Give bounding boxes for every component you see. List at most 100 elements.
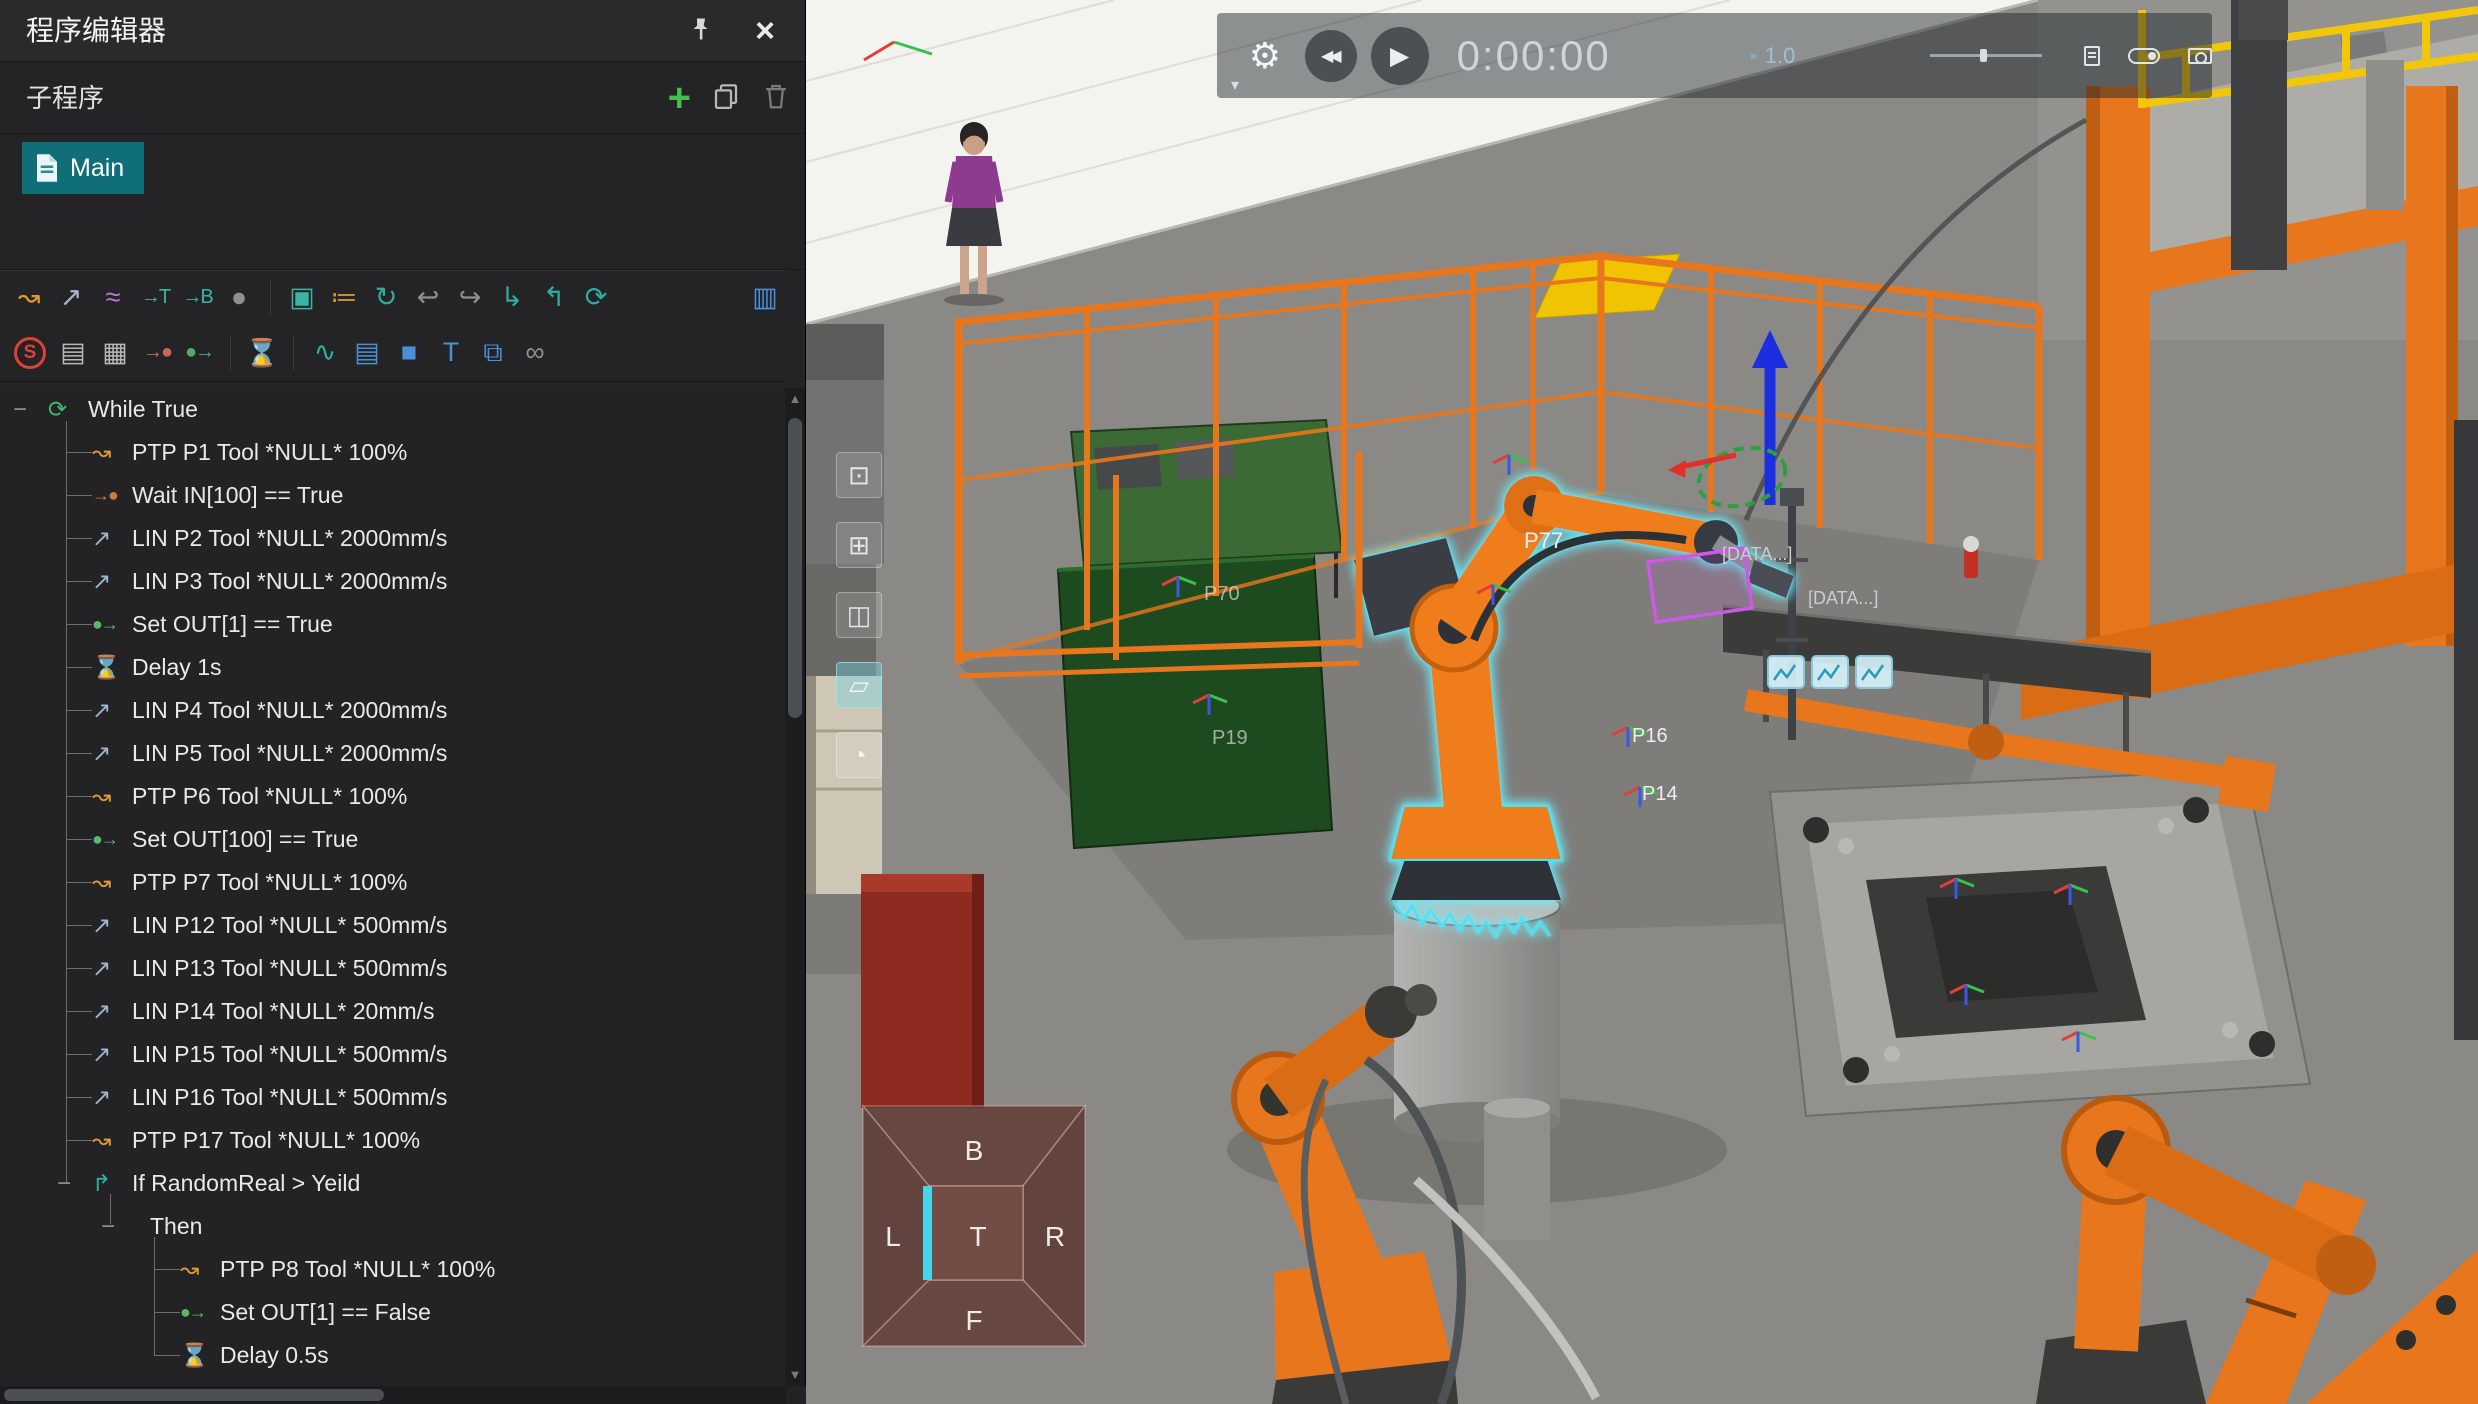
jump-icon[interactable]: ↪ bbox=[449, 275, 491, 321]
scrollbar-thumb[interactable] bbox=[788, 418, 802, 718]
rewind-button[interactable]: ◀◀ bbox=[1304, 29, 1357, 82]
tab-main[interactable]: Main bbox=[22, 142, 145, 194]
tree-row[interactable]: ●→ Set OUT[1] == True bbox=[0, 603, 786, 646]
tree-connector bbox=[154, 1269, 180, 1270]
signal-in-icon[interactable]: →● bbox=[136, 330, 178, 376]
refresh-icon[interactable]: ⟳ bbox=[575, 275, 617, 321]
ptp-icon: ↝ bbox=[92, 1127, 112, 1153]
tree-row[interactable]: ⌛ Delay 0.5s bbox=[0, 1334, 786, 1377]
export-icon[interactable] bbox=[2084, 45, 2100, 66]
tree-row[interactable]: ↝ PTP P17 Tool *NULL* 100% bbox=[0, 1119, 786, 1162]
tree-horizontal-scrollbar[interactable] bbox=[0, 1386, 786, 1404]
ptp-move-icon[interactable]: ↝ bbox=[8, 275, 50, 321]
tree-row[interactable]: ↗ LIN P3 Tool *NULL* 2000mm/s bbox=[0, 560, 786, 603]
collapse-icon[interactable]: − bbox=[101, 1205, 115, 1248]
spline-move-icon[interactable]: ≈ bbox=[92, 275, 134, 321]
waypoint-chip-icons[interactable] bbox=[1767, 655, 1893, 689]
print-icon[interactable]: ▦ bbox=[94, 330, 136, 376]
dock-icon[interactable]: ▥ bbox=[744, 275, 786, 321]
tree-vertical-scrollbar[interactable]: ▲ ▼ bbox=[785, 388, 805, 1386]
tree-row[interactable]: ↗ LIN P16 Tool *NULL* 500mm/s bbox=[0, 1076, 786, 1119]
tree-row[interactable]: − ↱ If RandomReal > Yeild bbox=[0, 1162, 786, 1205]
close-icon[interactable]: × bbox=[755, 0, 775, 62]
signal-out-icon[interactable]: ●→ bbox=[178, 330, 220, 376]
tree-row[interactable]: − ⟳ While True bbox=[0, 388, 786, 431]
panel-titlebar: 程序编辑器 × bbox=[0, 0, 805, 62]
pin-icon[interactable] bbox=[687, 15, 715, 48]
file-icon[interactable]: ▤ bbox=[52, 330, 94, 376]
loop-icon[interactable]: ↻ bbox=[365, 275, 407, 321]
viewport-tool-strip: ⊡ ⊞ ◫ ▱ ◔ bbox=[836, 452, 882, 778]
play-button[interactable]: ▶ bbox=[1370, 26, 1429, 85]
tab-main-label: Main bbox=[70, 153, 125, 182]
tree-row[interactable]: − Then bbox=[0, 1205, 786, 1248]
chart-icon[interactable]: ∿ bbox=[304, 330, 346, 376]
select-frame-icon[interactable]: ⊞ bbox=[836, 522, 882, 568]
tree-row[interactable]: ↝ PTP P6 Tool *NULL* 100% bbox=[0, 775, 786, 818]
viewcube-label-right: R bbox=[1045, 1221, 1065, 1252]
tree-row[interactable]: ↗ LIN P2 Tool *NULL* 2000mm/s bbox=[0, 517, 786, 560]
lin-move-icon[interactable]: ↗ bbox=[50, 275, 92, 321]
speed-slider[interactable] bbox=[1930, 49, 2042, 62]
copy-pages-icon[interactable]: ⧉ bbox=[472, 330, 514, 376]
io-list-icon[interactable]: ≔ bbox=[323, 275, 365, 321]
tree-row[interactable]: ↝ PTP P7 Tool *NULL* 100% bbox=[0, 861, 786, 904]
delay-icon: ⌛ bbox=[180, 1342, 209, 1368]
setout-icon: ●→ bbox=[92, 614, 119, 634]
slider-handle[interactable] bbox=[1980, 49, 1988, 62]
scroll-up-icon[interactable]: ▲ bbox=[785, 388, 805, 410]
scroll-down-icon[interactable]: ▼ bbox=[785, 1364, 805, 1386]
add-subprogram-icon[interactable]: + bbox=[668, 62, 691, 134]
tree-row-label: LIN P12 Tool *NULL* 500mm/s bbox=[132, 912, 448, 938]
tree-connector bbox=[66, 1097, 92, 1098]
viewcube-label-left: L bbox=[885, 1221, 901, 1252]
speed-indicator[interactable]: ▸ 1.0 bbox=[1751, 43, 1796, 69]
report-icon[interactable]: ▤ bbox=[346, 330, 388, 376]
record-point-icon[interactable]: ● bbox=[218, 275, 260, 321]
tree-row[interactable]: ●→ Set OUT[100] == True bbox=[0, 818, 786, 861]
orbit-view-icon[interactable]: ◔ bbox=[836, 732, 882, 778]
tree-row[interactable]: ↗ LIN P13 Tool *NULL* 500mm/s bbox=[0, 947, 786, 990]
tree-row[interactable]: ↝ PTP P1 Tool *NULL* 100% bbox=[0, 431, 786, 474]
settings-gear-icon[interactable]: ⚙ ▾ bbox=[1231, 35, 1285, 94]
cube-icon[interactable]: ■ bbox=[388, 330, 430, 376]
settings-caret-icon[interactable]: ▾ bbox=[1231, 75, 1239, 95]
delete-subprogram-icon[interactable] bbox=[761, 81, 791, 116]
camera-icon[interactable] bbox=[2188, 47, 2212, 64]
tree-row[interactable]: ↗ LIN P5 Tool *NULL* 2000mm/s bbox=[0, 732, 786, 775]
timer-icon[interactable]: ⌛ bbox=[241, 330, 283, 376]
viewcube-highlight-edge[interactable] bbox=[923, 1186, 932, 1280]
fit-view-icon[interactable]: ⊡ bbox=[836, 452, 882, 498]
insert-icon[interactable]: ↰ bbox=[533, 275, 575, 321]
tree-row-label: LIN P16 Tool *NULL* 500mm/s bbox=[132, 1084, 448, 1110]
view-cube[interactable]: B L T R F bbox=[853, 1098, 1095, 1356]
waypoint-label: P77 bbox=[1524, 528, 1563, 553]
tree-row[interactable]: ↗ LIN P12 Tool *NULL* 500mm/s bbox=[0, 904, 786, 947]
tree-row[interactable]: ↗ LIN P15 Tool *NULL* 500mm/s bbox=[0, 1033, 786, 1076]
collapse-icon[interactable]: − bbox=[13, 388, 27, 431]
tree-row[interactable]: ↗ LIN P4 Tool *NULL* 2000mm/s bbox=[0, 689, 786, 732]
overlay-toggle-icon[interactable] bbox=[2128, 47, 2160, 64]
branch-icon[interactable]: ↳ bbox=[491, 275, 533, 321]
scrollbar-thumb[interactable] bbox=[4, 1389, 384, 1401]
tree-row[interactable]: ●→ Set OUT[1] == False bbox=[0, 1291, 786, 1334]
tree-connector bbox=[66, 796, 92, 797]
stop-icon[interactable]: S bbox=[14, 336, 46, 369]
copy-subprogram-icon[interactable] bbox=[711, 81, 741, 116]
unlink-icon[interactable]: ∞ bbox=[514, 330, 556, 376]
tree-row[interactable]: ↝ PTP P8 Tool *NULL* 100% bbox=[0, 1248, 786, 1291]
plane-tool-icon[interactable]: ▱ bbox=[836, 662, 882, 708]
return-icon[interactable]: ↩ bbox=[407, 275, 449, 321]
tree-row-label: Set OUT[100] == True bbox=[132, 826, 359, 852]
waypoint-label: P19 bbox=[1212, 727, 1248, 749]
box-select-icon[interactable]: ◫ bbox=[836, 592, 882, 638]
set-tool-icon[interactable]: →T bbox=[134, 275, 176, 321]
collapse-icon[interactable]: − bbox=[57, 1162, 71, 1205]
subprogram-icon[interactable]: ▣ bbox=[281, 275, 323, 321]
text-tool-icon[interactable]: T bbox=[430, 330, 472, 376]
setout-icon: ●→ bbox=[180, 1302, 207, 1322]
tree-row[interactable]: →● Wait IN[100] == True bbox=[0, 474, 786, 517]
set-base-icon[interactable]: →B bbox=[176, 275, 218, 321]
tree-row[interactable]: ⌛ Delay 1s bbox=[0, 646, 786, 689]
tree-row[interactable]: ↗ LIN P14 Tool *NULL* 20mm/s bbox=[0, 990, 786, 1033]
